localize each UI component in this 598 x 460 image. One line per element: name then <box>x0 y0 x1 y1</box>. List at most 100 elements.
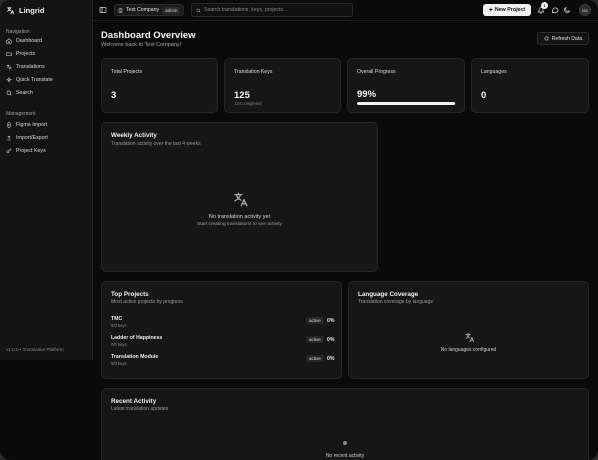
project-name: Ladder of Happiness <box>111 335 163 341</box>
sidebar-toggle-icon[interactable] <box>99 6 107 14</box>
app-name: Lingrid <box>19 6 45 15</box>
status-badge: active <box>306 355 324 362</box>
search-icon <box>196 8 201 13</box>
languages-icon <box>6 64 12 70</box>
version-label: v1.0.0 • Translation Platform <box>6 347 64 352</box>
page-subtitle: Welcome back to Test Company! <box>101 42 182 48</box>
project-keys: 0/0 keys <box>111 361 127 366</box>
sidebar-item-label: Import/Export <box>16 135 48 141</box>
sidebar-item-label: Dashboard <box>16 38 42 44</box>
empty-state-title: No languages configured <box>440 347 497 353</box>
sidebar-item-figma-import[interactable]: Figma Import <box>6 122 47 128</box>
stat-value: 3 <box>111 90 117 101</box>
empty-state-title: No recent activity <box>325 453 365 459</box>
sidebar-item-quick-translate[interactable]: Quick Translate <box>6 77 53 83</box>
card-subtitle: Most active projects by progress <box>111 299 183 305</box>
stat-value: 99% <box>357 89 377 100</box>
stat-sub: 124 completed <box>234 101 262 106</box>
sidebar-item-label: Quick Translate <box>16 77 53 83</box>
stat-card-translation-keys: Translation Keys 125 124 completed <box>224 58 341 113</box>
languages-icon <box>234 192 248 207</box>
project-keys: 0/0 keys <box>111 323 127 328</box>
plus-icon: + <box>488 6 493 14</box>
sparkles-icon <box>6 77 12 83</box>
activity-dot-icon <box>343 441 347 445</box>
card-subtitle: Latest translation updates <box>111 406 169 412</box>
card-subtitle: Translation coverage by language <box>358 299 434 305</box>
sidebar-item-import-export[interactable]: Import/Export <box>6 135 48 141</box>
stat-label: Translation Keys <box>234 69 273 75</box>
status-badge: active <box>306 317 324 324</box>
home-icon <box>6 38 12 44</box>
progress-bar-fill <box>357 102 455 105</box>
page-title: Dashboard Overview <box>101 30 196 41</box>
status-badge: active <box>306 336 324 343</box>
project-name: Translation Module <box>111 354 159 360</box>
search-input[interactable] <box>204 7 344 13</box>
list-item[interactable]: TMC 0/0 keys active 0% <box>111 316 335 330</box>
card-title: Weekly Activity <box>111 132 157 139</box>
chat-icon[interactable] <box>551 6 559 14</box>
stat-label: Languages <box>481 69 507 75</box>
stat-card-languages: Languages 0 <box>471 58 589 113</box>
global-search[interactable] <box>191 3 353 17</box>
list-item[interactable]: Ladder of Happiness 0/0 keys active 0% <box>111 335 335 349</box>
role-badge: admin <box>162 6 181 14</box>
list-item[interactable]: Translation Module 0/0 keys active 0% <box>111 354 335 368</box>
notification-count-badge: 1 <box>541 2 548 9</box>
project-percent: 0% <box>327 318 335 324</box>
new-project-label: New Project <box>494 7 526 13</box>
sidebar-item-label: Search <box>16 90 33 96</box>
sidebar-item-label: Projects <box>16 51 36 57</box>
sidebar-item-translations[interactable]: Translations <box>6 64 45 70</box>
project-keys: 0/0 keys <box>111 342 127 347</box>
new-project-button[interactable]: + New Project <box>483 4 531 16</box>
brand[interactable]: Lingrid <box>6 6 44 15</box>
folder-icon <box>6 51 12 57</box>
empty-state-subtitle: Start creating translations to see activ… <box>197 222 282 227</box>
key-icon <box>6 148 12 154</box>
app-window: Lingrid Navigation Dashboard Projects Tr… <box>0 0 598 460</box>
sidebar-item-label: Figma Import <box>16 122 48 128</box>
card-title: Language Coverage <box>358 291 419 298</box>
recent-activity-card: Recent Activity Latest translation updat… <box>101 388 589 460</box>
project-name: TMC <box>111 316 123 322</box>
sidebar-item-dashboard[interactable]: Dashboard <box>6 38 42 44</box>
progress-bar <box>357 102 456 105</box>
languages-logo-icon <box>7 6 15 15</box>
moon-icon[interactable] <box>563 6 571 14</box>
card-subtitle: Translation activity over the last 4 wee… <box>111 141 201 147</box>
stat-value: 0 <box>481 90 487 101</box>
stat-card-total-projects: Total Projects 3 <box>101 58 218 113</box>
project-percent: 0% <box>327 356 335 362</box>
company-name: Test Company <box>126 7 160 13</box>
sidebar-item-project-keys[interactable]: Project Keys <box>6 148 46 154</box>
languages-icon <box>465 332 475 343</box>
sidebar-item-search[interactable]: Search <box>6 90 33 96</box>
figma-icon <box>6 122 12 128</box>
language-coverage-card: Language Coverage Translation coverage b… <box>348 281 589 379</box>
empty-state-title: No translation activity yet <box>208 214 271 220</box>
refresh-data-label: Refresh Data <box>551 35 583 42</box>
company-switcher[interactable]: Test Company admin <box>114 4 185 16</box>
project-percent: 0% <box>327 337 335 343</box>
top-projects-card: Top Projects Most active projects by pro… <box>101 281 342 379</box>
upload-icon <box>6 135 12 141</box>
card-title: Top Projects <box>111 291 149 298</box>
refresh-icon <box>544 36 549 41</box>
building-icon <box>118 7 123 13</box>
management-section-title: Management <box>6 111 36 117</box>
stat-label: Total Projects <box>111 69 143 75</box>
sidebar-item-projects[interactable]: Projects <box>6 51 35 57</box>
stat-label: Overall Progress <box>357 69 396 75</box>
stat-card-overall-progress: Overall Progress 99% <box>347 58 465 113</box>
stat-value: 125 <box>234 90 250 101</box>
weekly-activity-card: Weekly Activity Translation activity ove… <box>101 122 378 272</box>
sidebar-item-label: Translations <box>16 64 45 70</box>
avatar[interactable]: NG <box>579 4 591 16</box>
search-icon <box>6 90 12 96</box>
sidebar-item-label: Project Keys <box>16 148 46 154</box>
sidebar: Lingrid Navigation Dashboard Projects Tr… <box>0 0 93 360</box>
refresh-data-button[interactable]: Refresh Data <box>537 32 589 45</box>
card-title: Recent Activity <box>111 398 157 405</box>
